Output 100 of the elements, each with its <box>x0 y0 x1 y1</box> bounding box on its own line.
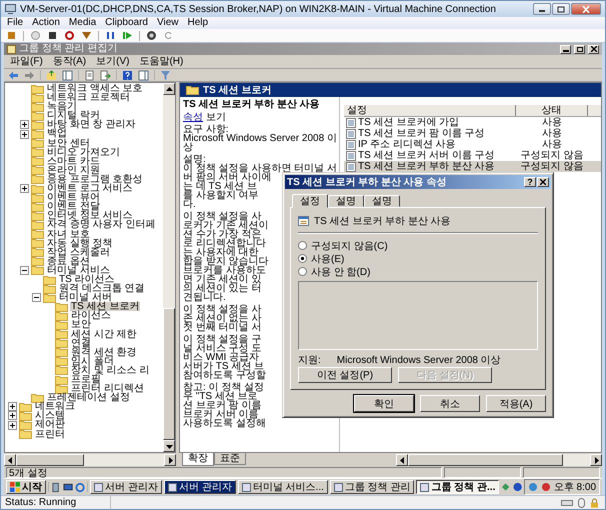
tree-item[interactable]: 네트워크 액세스 보호 <box>5 84 163 94</box>
pause-icon[interactable] <box>105 30 116 41</box>
tree-item[interactable]: 프레젠테이션 설정 <box>5 393 163 402</box>
scroll-right-button[interactable] <box>164 454 176 466</box>
tree-item[interactable]: 이벤트 로그 서비스 <box>5 184 163 194</box>
play-icon[interactable] <box>122 30 133 41</box>
menu-item[interactable]: Media <box>68 17 96 29</box>
taskbar-button[interactable]: 서버 관리자 <box>164 480 236 494</box>
list-row[interactable]: IP 주소 리디렉션 사용 사용 <box>344 139 601 150</box>
tree-item[interactable]: 장치 및 리소스 리 <box>5 366 163 375</box>
horizontal-scrollbar[interactable] <box>4 454 176 466</box>
tree-item[interactable]: TS 세션 브로커 <box>5 302 163 312</box>
down-triangle-icon[interactable] <box>81 30 92 41</box>
view-tab[interactable]: 표준 <box>214 453 246 465</box>
expand-icon[interactable] <box>8 420 17 430</box>
tree-item[interactable]: 원격 세션 환경 <box>5 348 163 357</box>
stop-square-icon[interactable] <box>6 30 17 41</box>
scroll-right-button[interactable] <box>590 454 602 466</box>
nav-button[interactable]: 이전 설정(P) <box>298 367 392 383</box>
column-header[interactable]: 설정 <box>344 105 516 116</box>
view-tab[interactable]: 확장 <box>182 453 214 466</box>
start-button[interactable]: 시작 <box>6 480 46 494</box>
list-row[interactable]: TS 세션 브로커에 가입 사용 <box>344 117 601 128</box>
maximize-button[interactable] <box>552 3 570 15</box>
tree-item[interactable]: 임시 폴더 <box>5 356 163 366</box>
tree-item[interactable]: 이벤트 전달 <box>5 202 163 212</box>
radio-option[interactable]: 사용 안 함(D) <box>298 266 538 277</box>
tree-item[interactable]: 자녀 보호 <box>5 230 163 239</box>
tree-item[interactable]: 시스템 <box>5 411 163 420</box>
tree-item[interactable]: 네트워크 프로젝터 <box>5 93 163 102</box>
dialog-tab[interactable]: 설정 <box>292 194 328 208</box>
server-icon[interactable] <box>50 482 62 492</box>
tree-item[interactable]: 백업 <box>5 129 163 139</box>
scrollbar-thumb[interactable] <box>408 454 563 466</box>
scroll-left-button[interactable] <box>396 454 408 466</box>
collapse-icon[interactable] <box>20 266 29 275</box>
record-icon[interactable] <box>146 30 157 41</box>
document-icon[interactable] <box>84 70 95 80</box>
list-row[interactable]: TS 세션 브로커 팜 이름 구성 사용 <box>344 128 601 139</box>
folder-up-icon[interactable] <box>46 70 57 80</box>
tree-item[interactable]: TS 라이선스 <box>5 274 163 284</box>
tree-item[interactable]: 보안 센터 <box>5 138 163 148</box>
taskbar-button[interactable]: 터미널 서비스... <box>238 480 328 494</box>
back-arrow-icon[interactable] <box>8 70 19 80</box>
tree-item[interactable]: 자격 증명 사용자 인터페 <box>5 220 163 230</box>
menu-item[interactable]: Action <box>32 17 60 29</box>
tree-item[interactable]: 터미널 서비스 <box>5 266 163 275</box>
tree-item[interactable]: 온라인 지원 <box>5 166 163 175</box>
column-header[interactable]: 상태 <box>516 105 588 116</box>
menu-item[interactable]: 도움말(H) <box>139 56 184 68</box>
menu-item[interactable]: View <box>156 17 178 29</box>
expand-icon[interactable] <box>20 184 29 194</box>
tree-item[interactable]: 이벤트 뷰어 <box>5 193 163 202</box>
menu-item[interactable]: 동작(A) <box>52 56 86 68</box>
menu-item[interactable]: 보기(V) <box>96 56 130 68</box>
tree-item[interactable]: 원격 데스크톱 연결 <box>5 284 163 294</box>
menu-item[interactable]: File <box>7 17 24 29</box>
expand-icon[interactable] <box>8 402 17 412</box>
scroll-down-button[interactable] <box>163 440 175 452</box>
tree-item[interactable]: 스마트 카드 <box>5 156 163 166</box>
list-row[interactable]: TS 세션 브로커 서버 이름 구성 구성되지 않음 <box>344 150 601 161</box>
expand-icon[interactable] <box>8 411 17 420</box>
pane-icon[interactable] <box>62 70 73 80</box>
tree-item[interactable]: 바탕 화면 창 관리자 <box>5 120 163 130</box>
pane-icon[interactable] <box>138 70 149 80</box>
taskbar-button[interactable]: 그룹 정책 관... <box>416 480 500 494</box>
properties-link[interactable]: 속성 <box>183 112 203 123</box>
dialog-button[interactable]: 확인 <box>354 395 414 412</box>
tree-item[interactable]: 비디오 가져오기 <box>5 148 163 157</box>
tree-item[interactable]: 종료 옵션 <box>5 256 163 266</box>
dialog-tab[interactable]: 설명 <box>328 195 364 207</box>
dialog-tab[interactable]: 설명 <box>364 195 400 207</box>
collapse-icon[interactable] <box>32 293 41 302</box>
scroll-up-button[interactable] <box>163 83 175 95</box>
horizontal-scrollbar[interactable] <box>396 454 602 466</box>
tree-item[interactable]: 제어판 <box>5 420 163 430</box>
restore-button[interactable] <box>574 44 585 54</box>
minimize-button[interactable] <box>533 3 551 15</box>
radio-option[interactable]: 사용(E) <box>298 253 538 264</box>
tree-item[interactable]: 프린터 <box>5 430 163 439</box>
taskbar-button[interactable]: 서버 관리자 <box>90 480 162 494</box>
tree-item[interactable]: 연결 <box>5 338 163 348</box>
expand-icon[interactable] <box>20 130 29 139</box>
menu-item[interactable]: Clipboard <box>105 17 148 29</box>
tree-item[interactable]: 보안 <box>5 320 163 330</box>
export-icon[interactable] <box>100 70 111 80</box>
tree-item[interactable]: 녹음기 <box>5 102 163 112</box>
tree-item[interactable]: 라이선스 <box>5 311 163 320</box>
vertical-scrollbar[interactable] <box>163 83 175 452</box>
undo-icon[interactable] <box>163 30 174 41</box>
list-row[interactable]: TS 세션 브로커 부하 분산 사용 구성되지 않음 <box>344 161 601 172</box>
menu-item[interactable]: 파일(F) <box>10 56 43 68</box>
tree-item[interactable]: 디지털 락커 <box>5 111 163 120</box>
monitor-icon[interactable] <box>63 482 74 492</box>
tree-item[interactable]: 세션 시간 제한 <box>5 330 163 339</box>
tree-item[interactable]: 인터넷 정보 서비스 <box>5 211 163 220</box>
radio-option[interactable]: 구성되지 않음(C) <box>298 240 538 251</box>
tree-item[interactable]: 네트워크 <box>5 402 163 412</box>
tree-item[interactable]: 작업 스케줄러 <box>5 248 163 257</box>
expand-icon[interactable] <box>20 120 29 130</box>
